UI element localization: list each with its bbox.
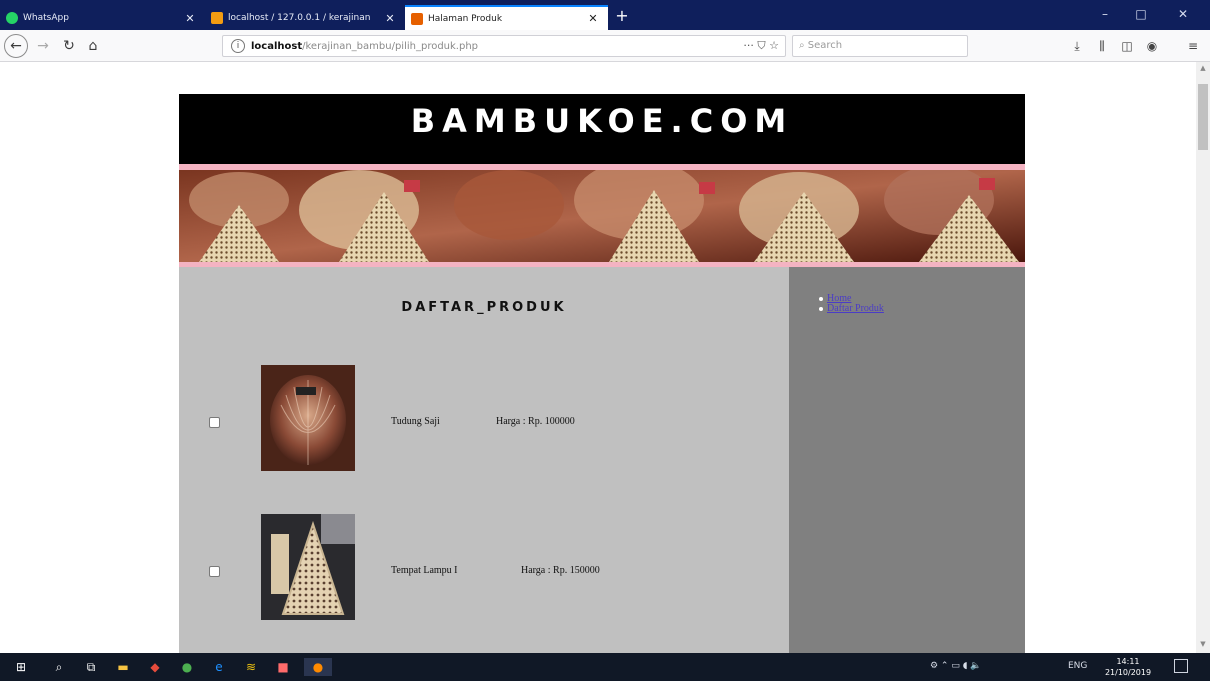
search-input[interactable]: ⌕ Search xyxy=(792,35,968,57)
bullet-icon xyxy=(819,306,823,311)
close-window-button[interactable]: ✕ xyxy=(1168,4,1198,24)
minimize-button[interactable]: – xyxy=(1090,4,1120,24)
tab-title: WhatsApp xyxy=(23,13,69,23)
tab-title: localhost / 127.0.0.1 / kerajinan xyxy=(228,13,371,23)
clock-time: 14:11 xyxy=(1116,657,1140,666)
language-indicator[interactable]: ENG xyxy=(1068,661,1087,671)
tab-whatsapp[interactable]: WhatsApp ✕ xyxy=(0,6,205,30)
bullet-icon xyxy=(819,296,823,301)
sublime-icon[interactable]: ≋ xyxy=(242,658,260,676)
download-icon[interactable]: ⤓ xyxy=(1068,37,1086,55)
product-item: Tempat Lampu I Harga : Rp. 150000 xyxy=(179,514,789,622)
url-path: /kerajinan_bambu/pilih_produk.php xyxy=(302,40,479,52)
vertical-scrollbar[interactable]: ▲ ▼ xyxy=(1196,62,1210,653)
address-bar[interactable]: i localhost /kerajinan_bambu/pilih_produ… xyxy=(222,35,786,57)
banner-image xyxy=(179,170,1025,262)
phpmyadmin-icon xyxy=(211,12,223,24)
scroll-down-icon[interactable]: ▼ xyxy=(1196,640,1210,648)
clock[interactable]: 14:11 21/10/2019 xyxy=(1102,656,1154,678)
file-explorer-icon[interactable]: ▬ xyxy=(114,658,132,676)
close-tab-icon[interactable]: ✕ xyxy=(586,12,600,25)
search-icon[interactable]: ⌕ xyxy=(50,658,68,676)
page-favicon-icon xyxy=(411,12,423,25)
site-title: BAMBUKOE.COM xyxy=(410,102,794,140)
product-checkbox[interactable] xyxy=(209,566,220,577)
close-tab-icon[interactable]: ✕ xyxy=(383,12,397,25)
product-price: Harga : Rp. 100000 xyxy=(496,416,575,427)
product-checkbox[interactable] xyxy=(209,417,220,428)
product-image-tempat-lampu xyxy=(261,514,355,620)
firefox-icon[interactable]: ● xyxy=(304,658,332,676)
app-icon[interactable]: ◆ xyxy=(146,658,164,676)
section-title: DAFTAR_PRODUK xyxy=(401,300,567,315)
site-info-icon[interactable]: i xyxy=(231,39,245,53)
product-image-tudung-saji xyxy=(261,365,355,471)
product-name: Tudung Saji xyxy=(391,416,440,427)
sidebar-nav: Home Daftar Produk xyxy=(819,294,884,314)
page-viewport: BAMBUKOE.COM DAFTAR_PRODUK Tudung Saji H… xyxy=(0,62,1196,653)
start-button[interactable]: ⊞ xyxy=(12,658,30,676)
sidebar-item-daftar-produk: Daftar Produk xyxy=(819,304,884,314)
scroll-up-icon[interactable]: ▲ xyxy=(1196,64,1210,72)
product-name: Tempat Lampu I xyxy=(391,565,458,576)
product-price: Harga : Rp. 150000 xyxy=(521,565,600,576)
url-host: localhost xyxy=(251,40,303,52)
daftar-produk-link[interactable]: Daftar Produk xyxy=(827,303,884,314)
site-container: BAMBUKOE.COM DAFTAR_PRODUK Tudung Saji H… xyxy=(179,94,1025,653)
sidebar: Home Daftar Produk xyxy=(789,267,1025,653)
forward-button[interactable]: → xyxy=(32,36,54,56)
tab-bar: WhatsApp ✕ localhost / 127.0.0.1 / keraj… xyxy=(0,0,1210,30)
app-icon[interactable]: ■ xyxy=(274,658,292,676)
back-button[interactable]: ← xyxy=(4,34,28,58)
search-icon: ⌕ xyxy=(799,40,808,51)
page-actions[interactable]: ··· ⛉ ☆ xyxy=(743,39,779,53)
site-header: BAMBUKOE.COM xyxy=(179,94,1025,164)
taskbar: ⊞ ⌕ ⧉ ▬ ◆ ● e ≋ ■ ● ⚙ ⌃ ▭ ◖ 🔈 ENG 14:11 … xyxy=(0,653,1210,681)
navigation-bar: ← → ↻ ⌂ i localhost /kerajinan_bambu/pil… xyxy=(0,30,1210,62)
home-button[interactable]: ⌂ xyxy=(82,36,104,56)
edge-icon[interactable]: e xyxy=(210,658,228,676)
clock-date: 21/10/2019 xyxy=(1104,668,1152,677)
scroll-thumb[interactable] xyxy=(1198,84,1208,150)
chrome-icon[interactable]: ● xyxy=(178,658,196,676)
product-item: Tudung Saji Harga : Rp. 100000 xyxy=(179,365,789,473)
menu-icon[interactable]: ≡ xyxy=(1184,37,1202,55)
tab-phpmyadmin[interactable]: localhost / 127.0.0.1 / kerajinan ✕ xyxy=(205,6,405,30)
library-icon[interactable]: ⫼ xyxy=(1093,37,1111,55)
task-view-icon[interactable]: ⧉ xyxy=(82,658,100,676)
account-icon[interactable]: ◉ xyxy=(1143,37,1161,55)
whatsapp-icon xyxy=(6,12,18,24)
tab-halaman-produk[interactable]: Halaman Produk ✕ xyxy=(405,5,608,30)
close-tab-icon[interactable]: ✕ xyxy=(183,12,197,25)
new-tab-button[interactable]: + xyxy=(610,5,634,27)
reload-button[interactable]: ↻ xyxy=(58,36,80,56)
search-placeholder: Search xyxy=(807,40,843,51)
maximize-button[interactable]: □ xyxy=(1126,4,1156,24)
notification-icon[interactable] xyxy=(1174,659,1188,673)
main-content: DAFTAR_PRODUK Tudung Saji Harga: Rp. 10… xyxy=(179,267,789,653)
sidebar-icon[interactable]: ◫ xyxy=(1118,37,1136,55)
system-tray-icons[interactable]: ⚙ ⌃ ▭ ◖ 🔈 xyxy=(930,661,982,671)
tab-title: Halaman Produk xyxy=(428,13,503,24)
